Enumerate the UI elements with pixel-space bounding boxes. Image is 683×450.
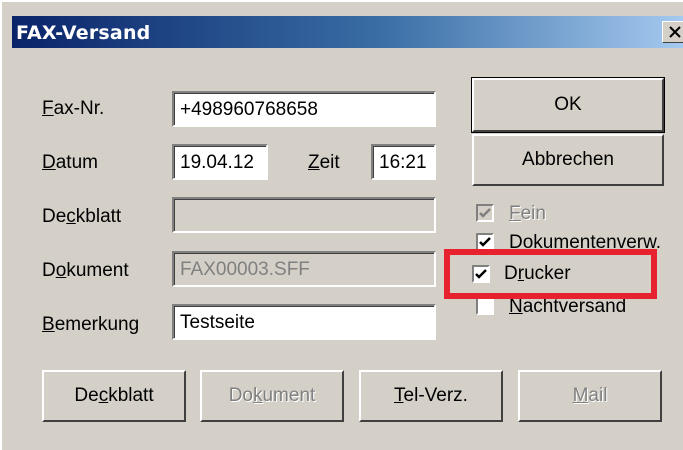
tel-verz-button[interactable]: Tel-Verz.: [359, 370, 503, 422]
close-button[interactable]: [662, 21, 683, 43]
zeit-input[interactable]: 16:21: [371, 144, 436, 180]
nachtversand-label: Nachtversand: [509, 296, 627, 317]
drucker-checkbox[interactable]: [472, 265, 490, 283]
bemerkung-input[interactable]: Testseite: [172, 304, 436, 340]
abbrechen-button[interactable]: Abbrechen: [472, 134, 664, 186]
zeit-label: Zeit: [308, 152, 340, 173]
deckblatt-label: Deckblatt: [42, 206, 122, 227]
fax-nr-input[interactable]: +498960768658: [172, 91, 436, 127]
deckblatt-input: [172, 197, 436, 233]
fax-versand-dialog: FAX-Versand Fax-Nr. +498960768658 Datum …: [0, 0, 683, 450]
fax-nr-label: Fax-Nr.: [42, 98, 105, 119]
checkmark-icon: [479, 237, 491, 247]
bemerkung-label: Bemerkung: [42, 314, 140, 335]
title-bar[interactable]: FAX-Versand: [12, 16, 683, 48]
checkmark-icon: [479, 208, 491, 218]
window-title: FAX-Versand: [16, 22, 151, 44]
fein-checkbox: [476, 204, 494, 222]
deckblatt-button[interactable]: Deckblatt: [42, 370, 186, 422]
dokument-button: Dokument: [200, 370, 344, 422]
drucker-label: Drucker: [504, 263, 571, 284]
close-icon: [669, 26, 681, 38]
dokument-label: Dokument: [42, 260, 129, 281]
fein-label: Fein: [509, 203, 546, 224]
ok-button[interactable]: OK: [471, 77, 665, 133]
datum-label: Datum: [42, 152, 98, 173]
datum-input[interactable]: 19.04.12: [172, 144, 268, 180]
checkmark-icon: [475, 269, 487, 279]
nachtversand-checkbox[interactable]: [476, 297, 494, 315]
highlight-box: Drucker: [444, 249, 657, 299]
mail-button: Mail: [518, 370, 662, 422]
dokument-input: FAX00003.SFF: [172, 251, 436, 287]
